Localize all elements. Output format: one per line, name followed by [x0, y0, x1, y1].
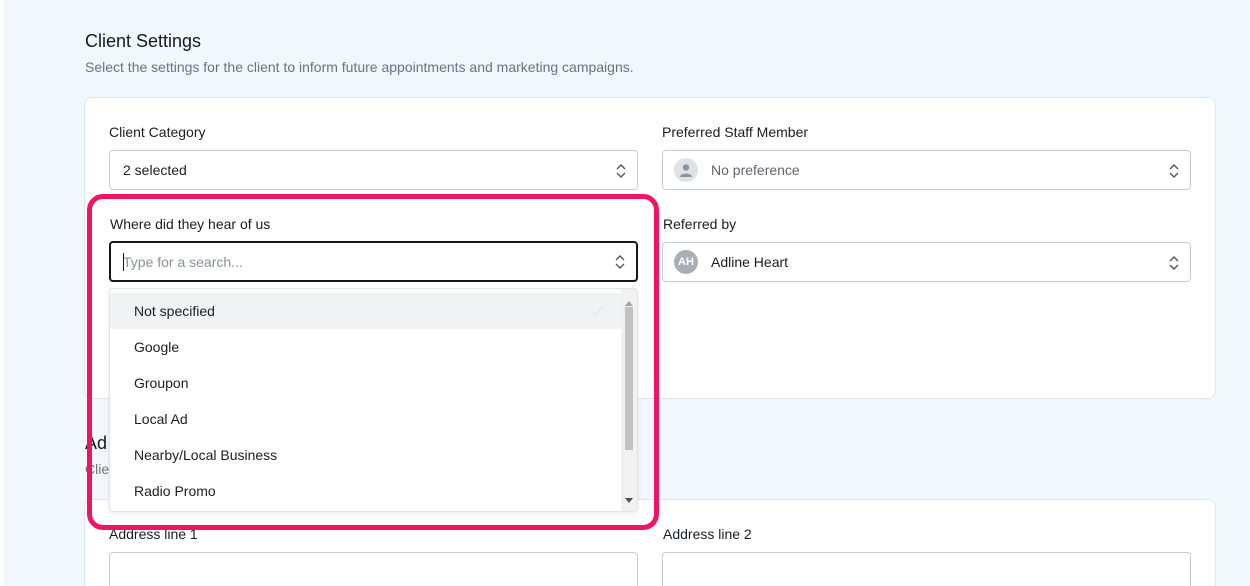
preferred-staff-select[interactable]: No preference — [662, 150, 1191, 190]
dropdown-option-google[interactable]: Google — [110, 329, 623, 365]
dropdown-scrollbar[interactable] — [621, 289, 637, 511]
address-line2-label: Address line 2 — [663, 526, 752, 542]
preferred-staff-value: No preference — [711, 162, 800, 178]
dropdown-option-radio-promo[interactable]: Radio Promo — [110, 473, 623, 509]
check-icon — [589, 304, 605, 321]
option-label: Nearby/Local Business — [134, 447, 278, 463]
dropdown-option-local-ad[interactable]: Local Ad — [110, 401, 623, 437]
heard-of-us-search-input[interactable] — [123, 253, 583, 270]
section-title: Client Settings — [85, 31, 202, 51]
client-category-value: 2 selected — [123, 162, 187, 178]
option-label: Google — [134, 339, 180, 355]
referred-by-value: Adline Heart — [711, 254, 789, 270]
chevron-up-down-icon — [614, 253, 626, 271]
option-label: Local Ad — [134, 411, 188, 427]
user-placeholder-icon — [674, 158, 698, 182]
option-label: Radio Promo — [134, 483, 216, 499]
address-line1-label: Address line 1 — [109, 526, 198, 542]
left-edge — [0, 0, 4, 586]
option-label: Not specified — [134, 303, 215, 319]
avatar: AH — [674, 250, 698, 274]
dropdown-option-not-specified[interactable]: Not specified — [110, 293, 623, 329]
text-cursor — [123, 253, 124, 271]
referred-by-select[interactable]: AH Adline Heart — [662, 242, 1191, 282]
address-section-title: Ad — [85, 433, 108, 453]
section-description: Select the settings for the client to in… — [85, 59, 634, 75]
scrollbar-thumb[interactable] — [625, 307, 633, 450]
heard-of-us-search-field[interactable] — [109, 241, 638, 282]
address-section-description: Clie — [85, 461, 110, 477]
scroll-down-arrow-icon[interactable] — [625, 491, 633, 509]
dropdown-option-nearby-local-business[interactable]: Nearby/Local Business — [110, 437, 623, 473]
chevron-up-down-icon — [615, 162, 627, 180]
address-line1-input[interactable] — [109, 552, 638, 586]
chevron-up-down-icon — [1168, 162, 1180, 180]
preferred-staff-label: Preferred Staff Member — [662, 124, 809, 140]
heard-of-us-label: Where did they hear of us — [110, 216, 271, 232]
option-label: Groupon — [134, 375, 189, 391]
client-category-label: Client Category — [109, 124, 206, 140]
address-line2-input[interactable] — [662, 552, 1191, 586]
dropdown-option-groupon[interactable]: Groupon — [110, 365, 623, 401]
heard-of-us-dropdown: Not specified Google Groupon Local Ad Ne… — [109, 288, 638, 512]
client-category-select[interactable]: 2 selected — [109, 150, 638, 190]
referred-by-label: Referred by — [663, 216, 737, 232]
chevron-up-down-icon — [1168, 254, 1180, 272]
